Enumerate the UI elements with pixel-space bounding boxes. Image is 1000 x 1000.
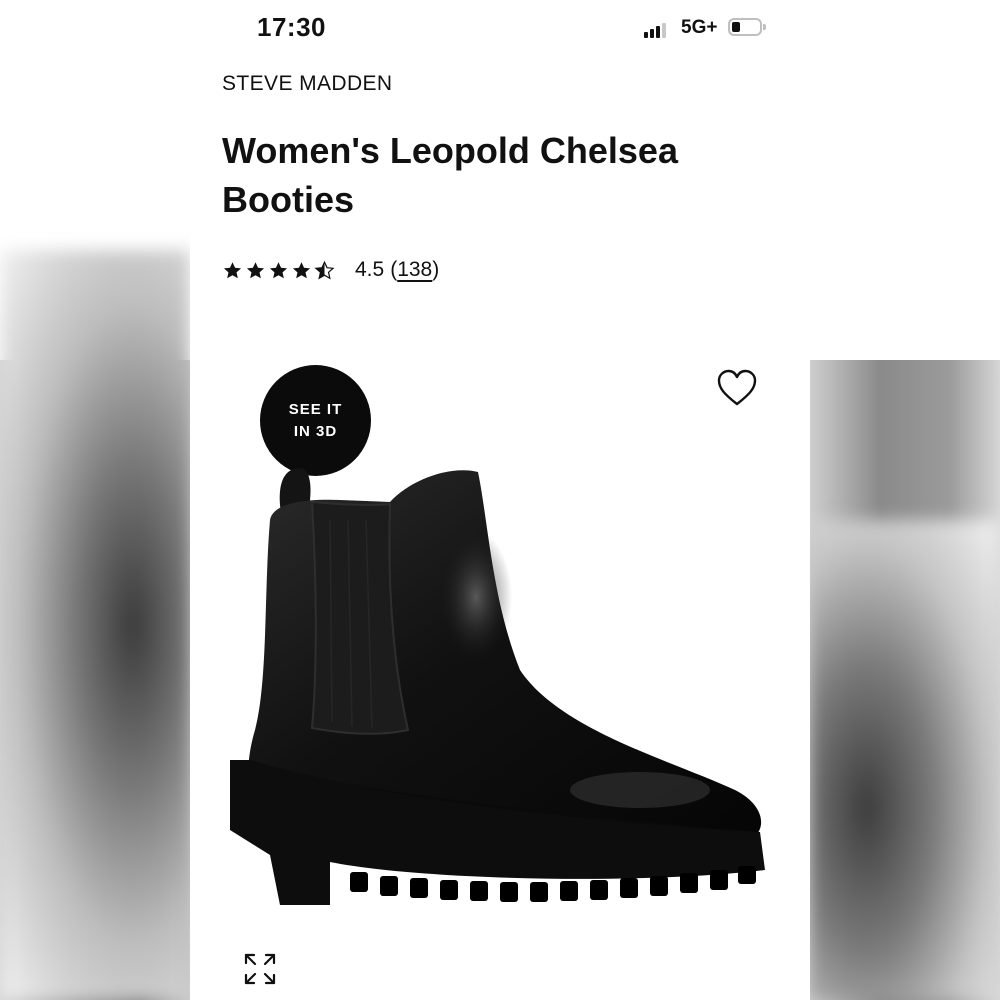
star-half-icon <box>314 260 335 280</box>
review-count-link[interactable]: 138 <box>397 258 432 281</box>
rating-value: 4.5 <box>355 258 385 281</box>
star-full-icon <box>246 261 265 278</box>
see-in-3d-line2: IN 3D <box>293 422 338 440</box>
background-blur-right <box>810 520 1000 1000</box>
battery-icon <box>728 18 766 36</box>
heart-outline-icon[interactable] <box>716 368 758 408</box>
see-in-3d-line1: SEE IT <box>288 400 343 418</box>
star-full-icon <box>292 261 311 278</box>
black-chelsea-boot-image[interactable] <box>220 460 780 920</box>
star-full-icon <box>223 261 242 278</box>
signal-icon <box>644 22 668 38</box>
review-count-wrap[interactable]: (138) <box>390 258 439 282</box>
rating-row[interactable]: 4.5 (138) <box>222 256 439 284</box>
status-time: 17:30 <box>257 12 326 42</box>
brand-link[interactable]: STEVE MADDEN <box>222 72 393 96</box>
product-title: Women's Leopold Chelsea Booties <box>222 130 678 220</box>
network-label: 5G+ <box>681 17 718 38</box>
phone-screen: 17:30 5G+ STEVE MADDEN Women's Leopold C… <box>190 0 810 1000</box>
star-full-icon <box>269 261 288 278</box>
star-rating <box>222 260 335 281</box>
expand-arrows-icon[interactable] <box>242 951 278 987</box>
status-bar: 17:30 5G+ <box>190 0 810 60</box>
review-close-paren: ) <box>432 258 440 281</box>
background-blur-left <box>0 250 190 1000</box>
